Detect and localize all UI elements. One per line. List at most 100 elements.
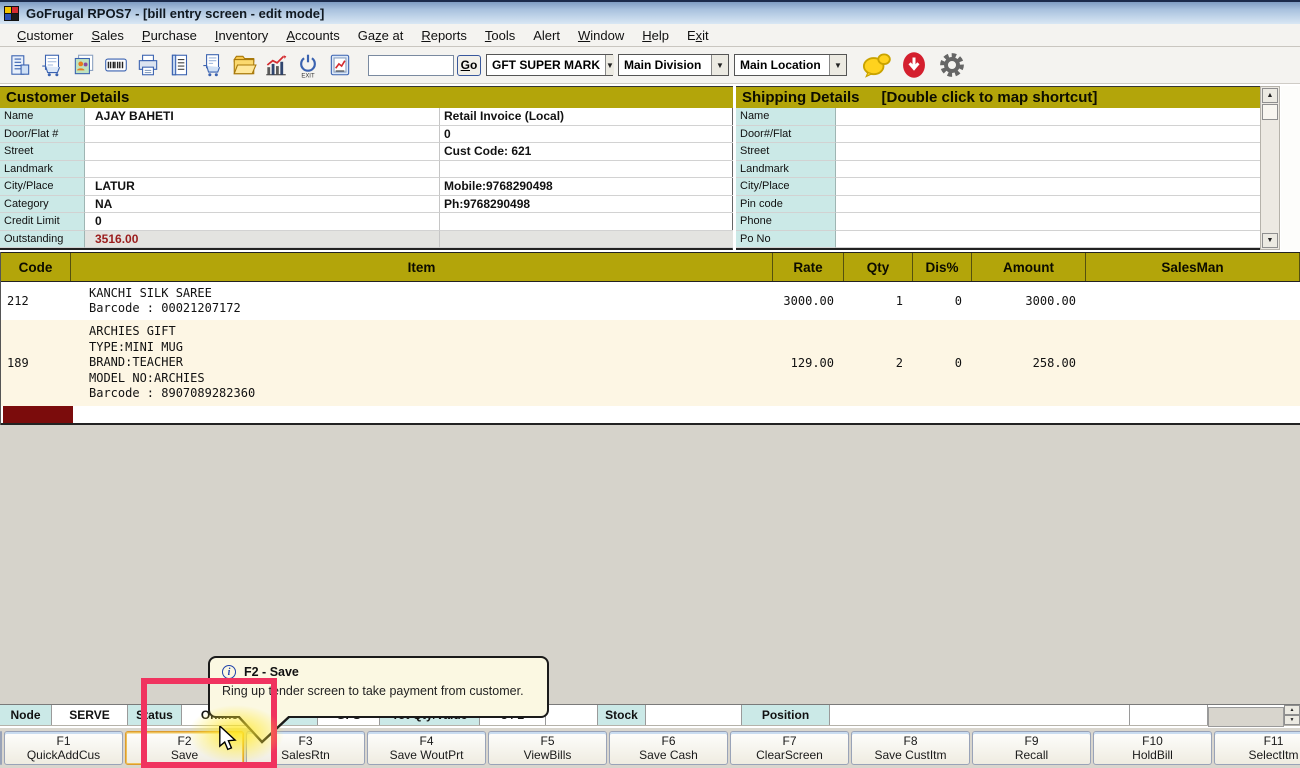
status-cell [1130, 705, 1208, 725]
printer-icon[interactable] [134, 51, 162, 79]
division-select[interactable]: Main Division ▼ [618, 54, 729, 76]
shipping-field-value[interactable] [836, 161, 1260, 179]
customer-field-value[interactable] [85, 143, 440, 161]
location-select[interactable]: Main Location ▼ [734, 54, 847, 76]
item-amount-cell: 3000.00 [972, 282, 1086, 320]
customer-field-value2[interactable]: Mobile:9768290498 [440, 178, 733, 196]
customer-field-value[interactable]: NA [85, 196, 440, 214]
shipping-field-label: Phone [736, 213, 836, 231]
fkey-f7-button[interactable]: F7ClearScreen [730, 731, 849, 765]
customer-field-label: Landmark [0, 161, 85, 179]
customer-field-value[interactable]: AJAY BAHETI [85, 108, 440, 126]
customer-field-value[interactable]: LATUR [85, 178, 440, 196]
download-icon[interactable] [897, 50, 931, 80]
sales-cart-icon[interactable] [38, 51, 66, 79]
item-salesman-cell [1086, 320, 1300, 406]
customer-photos-icon[interactable] [70, 51, 98, 79]
shipping-field-value[interactable] [836, 178, 1260, 196]
spinner-up-icon[interactable]: ▲ [1284, 705, 1300, 715]
chevron-down-icon[interactable]: ▼ [829, 55, 846, 75]
fkey-f10-button[interactable]: F10HoldBill [1093, 731, 1212, 765]
customer-field-value2[interactable]: Retail Invoice (Local) [440, 108, 733, 126]
shipping-field-value[interactable] [836, 143, 1260, 161]
billing-icon[interactable] [6, 51, 34, 79]
sales-chart-icon[interactable] [262, 51, 290, 79]
report-doc-icon[interactable] [326, 51, 354, 79]
menu-sales[interactable]: Sales [82, 26, 133, 45]
shipping-field-label: Landmark [736, 161, 836, 179]
column-header-qty: Qty [844, 253, 913, 281]
location-select-value: Main Location [735, 58, 826, 72]
shipping-field-value[interactable] [836, 126, 1260, 144]
menu-exit[interactable]: Exit [678, 26, 718, 45]
fkey-f6-button[interactable]: F6Save Cash [609, 731, 728, 765]
menu-tools[interactable]: Tools [476, 26, 524, 45]
customer-field-value2[interactable]: Cust Code: 621 [440, 143, 733, 161]
menu-inventory[interactable]: Inventory [206, 26, 278, 45]
customer-field-value[interactable] [85, 126, 440, 144]
column-header-code: Code [1, 253, 71, 281]
fkey-number: F8 [903, 734, 917, 748]
shipping-details-grid: NameDoor#/FlatStreetLandmarkCity/PlacePi… [736, 108, 1260, 250]
folder-open-icon[interactable] [230, 51, 258, 79]
shipping-field-value[interactable] [836, 108, 1260, 126]
chat-icon[interactable] [859, 50, 893, 80]
shipping-field-value[interactable] [836, 196, 1260, 214]
fkey-label: HoldBill [1132, 748, 1173, 763]
fkey-f5-button[interactable]: F5ViewBills [488, 731, 607, 765]
customer-field-value[interactable] [85, 161, 440, 179]
fkey-label: SelectItm [1248, 748, 1298, 763]
status-node: Node [0, 705, 52, 725]
shipping-field-value[interactable] [836, 231, 1260, 249]
next-row-code-highlight [3, 406, 73, 423]
app-logo-icon [4, 6, 19, 21]
fkey-label: SalesRtn [281, 748, 330, 763]
exit-power-icon[interactable]: EXIT [294, 51, 322, 79]
scroll-up-icon[interactable]: ▲ [1262, 88, 1278, 103]
barcode-icon[interactable] [102, 51, 130, 79]
customer-field-value2[interactable] [440, 213, 733, 231]
go-button[interactable]: Go [457, 55, 481, 76]
store-select[interactable]: GFT SUPER MARK ▼ [486, 54, 613, 76]
fkey-number: F4 [419, 734, 433, 748]
customer-field-value2[interactable]: 0 [440, 126, 733, 144]
fkey-f1-button[interactable]: F1QuickAddCus [4, 731, 123, 765]
fkey-f4-button[interactable]: F4Save WoutPrt [367, 731, 486, 765]
menu-gaze-at[interactable]: Gaze at [349, 26, 413, 45]
customer-field-value2[interactable] [440, 231, 733, 249]
mouse-cursor [218, 726, 240, 757]
status-spinner[interactable]: ▲▼ [1284, 705, 1300, 725]
shipping-scrollbar[interactable]: ▲ ▼ [1260, 86, 1280, 250]
scroll-down-icon[interactable]: ▼ [1262, 233, 1278, 248]
customer-field-value2[interactable] [440, 161, 733, 179]
fkey-f8-button[interactable]: F8Save CustItm [851, 731, 970, 765]
table-row[interactable]: 212KANCHI SILK SAREEBarcode : 0002120717… [1, 282, 1300, 320]
chevron-down-icon[interactable]: ▼ [711, 55, 728, 75]
fkey-f11-button[interactable]: F11SelectItm [1214, 731, 1300, 765]
menu-help[interactable]: Help [633, 26, 678, 45]
menu-alert[interactable]: Alert [524, 26, 569, 45]
chevron-down-icon[interactable]: ▼ [605, 55, 614, 75]
store-select-value: GFT SUPER MARK [487, 58, 605, 72]
customer-field-value[interactable]: 3516.00 [85, 231, 440, 249]
column-header-rate: Rate [773, 253, 844, 281]
menu-window[interactable]: Window [569, 26, 633, 45]
table-row[interactable]: 189ARCHIES GIFTTYPE:MINI MUGBRAND:TEACHE… [1, 320, 1300, 406]
fkey-f9-button[interactable]: F9Recall [972, 731, 1091, 765]
gear-icon[interactable] [935, 50, 969, 80]
fkey-stub-button[interactable] [0, 731, 2, 765]
customer-field-value[interactable]: 0 [85, 213, 440, 231]
menu-accounts[interactable]: Accounts [277, 26, 348, 45]
menu-customer[interactable]: Customer [8, 26, 82, 45]
search-input[interactable] [368, 55, 454, 76]
customer-field-value2[interactable]: Ph:9768290498 [440, 196, 733, 214]
bill-list-icon[interactable] [166, 51, 194, 79]
menu-purchase[interactable]: Purchase [133, 26, 206, 45]
shipping-field-value[interactable] [836, 213, 1260, 231]
menu-reports[interactable]: Reports [412, 26, 476, 45]
spinner-down-icon[interactable]: ▼ [1284, 715, 1300, 725]
item-description-cell: KANCHI SILK SAREEBarcode : 00021207172 [71, 282, 773, 320]
purchase-cart-icon[interactable] [198, 51, 226, 79]
rpos-window: GoFrugal RPOS7 - [bill entry screen - ed… [0, 0, 1300, 768]
scrollbar-thumb[interactable] [1262, 104, 1278, 120]
